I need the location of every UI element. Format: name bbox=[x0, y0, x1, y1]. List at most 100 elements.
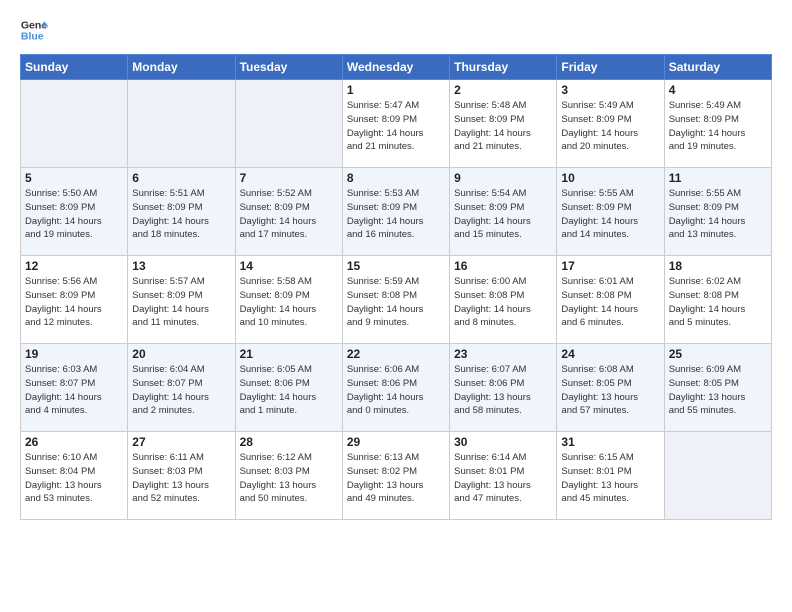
day-cell: 17 Sunrise: 6:01 AM Sunset: 8:08 PM Dayli… bbox=[557, 256, 664, 344]
logo-icon: General Blue bbox=[20, 16, 48, 44]
day-cell: 6 Sunrise: 5:51 AM Sunset: 8:09 PM Daylig… bbox=[128, 168, 235, 256]
day-cell: 24 Sunrise: 6:08 AM Sunset: 8:05 PM Dayli… bbox=[557, 344, 664, 432]
day-number: 13 bbox=[132, 259, 230, 273]
day-cell: 29 Sunrise: 6:13 AM Sunset: 8:02 PM Dayli… bbox=[342, 432, 449, 520]
day-number: 10 bbox=[561, 171, 659, 185]
day-number: 25 bbox=[669, 347, 767, 361]
day-number: 27 bbox=[132, 435, 230, 449]
day-cell: 3Sunrise: 5:49 AM Sunset: 8:09 PM Daylig… bbox=[557, 80, 664, 168]
day-info: Sunrise: 6:08 AM Sunset: 8:05 PM Dayligh… bbox=[561, 363, 659, 418]
day-cell: 2 Sunrise: 5:48 AM Sunset: 8:09 PM Daylig… bbox=[450, 80, 557, 168]
header: General Blue bbox=[20, 16, 772, 44]
day-number: 30 bbox=[454, 435, 552, 449]
day-number: 23 bbox=[454, 347, 552, 361]
day-info: Sunrise: 6:13 AM Sunset: 8:02 PM Dayligh… bbox=[347, 451, 445, 506]
day-number: 6 bbox=[132, 171, 230, 185]
day-cell: 16 Sunrise: 6:00 AM Sunset: 8:08 PM Dayli… bbox=[450, 256, 557, 344]
day-number: 15 bbox=[347, 259, 445, 273]
day-cell: 15Sunrise: 5:59 AM Sunset: 8:08 PM Dayli… bbox=[342, 256, 449, 344]
day-info: Sunrise: 6:01 AM Sunset: 8:08 PM Dayligh… bbox=[561, 275, 659, 330]
day-header-tuesday: Tuesday bbox=[235, 55, 342, 80]
day-header-thursday: Thursday bbox=[450, 55, 557, 80]
day-info: Sunrise: 5:48 AM Sunset: 8:09 PM Dayligh… bbox=[454, 99, 552, 154]
day-info: Sunrise: 5:55 AM Sunset: 8:09 PM Dayligh… bbox=[561, 187, 659, 242]
day-header-sunday: Sunday bbox=[21, 55, 128, 80]
day-info: Sunrise: 6:15 AM Sunset: 8:01 PM Dayligh… bbox=[561, 451, 659, 506]
day-cell: 19Sunrise: 6:03 AM Sunset: 8:07 PM Dayli… bbox=[21, 344, 128, 432]
week-row-3: 12Sunrise: 5:56 AM Sunset: 8:09 PM Dayli… bbox=[21, 256, 772, 344]
day-cell: 4 Sunrise: 5:49 AM Sunset: 8:09 PM Daylig… bbox=[664, 80, 771, 168]
day-info: Sunrise: 5:49 AM Sunset: 8:09 PM Dayligh… bbox=[669, 99, 767, 154]
week-row-5: 26Sunrise: 6:10 AM Sunset: 8:04 PM Dayli… bbox=[21, 432, 772, 520]
week-row-1: 1 Sunrise: 5:47 AM Sunset: 8:09 PM Daylig… bbox=[21, 80, 772, 168]
day-cell: 9Sunrise: 5:54 AM Sunset: 8:09 PM Daylig… bbox=[450, 168, 557, 256]
day-number: 8 bbox=[347, 171, 445, 185]
day-info: Sunrise: 5:54 AM Sunset: 8:09 PM Dayligh… bbox=[454, 187, 552, 242]
day-cell: 11 Sunrise: 5:55 AM Sunset: 8:09 PM Dayli… bbox=[664, 168, 771, 256]
day-number: 29 bbox=[347, 435, 445, 449]
day-number: 4 bbox=[669, 83, 767, 97]
day-number: 14 bbox=[240, 259, 338, 273]
day-number: 22 bbox=[347, 347, 445, 361]
day-info: Sunrise: 5:53 AM Sunset: 8:09 PM Dayligh… bbox=[347, 187, 445, 242]
week-row-2: 5Sunrise: 5:50 AM Sunset: 8:09 PM Daylig… bbox=[21, 168, 772, 256]
day-cell bbox=[128, 80, 235, 168]
day-info: Sunrise: 6:10 AM Sunset: 8:04 PM Dayligh… bbox=[25, 451, 123, 506]
day-number: 7 bbox=[240, 171, 338, 185]
day-number: 1 bbox=[347, 83, 445, 97]
day-number: 21 bbox=[240, 347, 338, 361]
day-cell: 14 Sunrise: 5:58 AM Sunset: 8:09 PM Dayli… bbox=[235, 256, 342, 344]
day-info: Sunrise: 6:09 AM Sunset: 8:05 PM Dayligh… bbox=[669, 363, 767, 418]
day-cell: 7 Sunrise: 5:52 AM Sunset: 8:09 PM Daylig… bbox=[235, 168, 342, 256]
day-header-saturday: Saturday bbox=[664, 55, 771, 80]
day-info: Sunrise: 5:57 AM Sunset: 8:09 PM Dayligh… bbox=[132, 275, 230, 330]
day-number: 24 bbox=[561, 347, 659, 361]
day-info: Sunrise: 5:52 AM Sunset: 8:09 PM Dayligh… bbox=[240, 187, 338, 242]
day-number: 31 bbox=[561, 435, 659, 449]
day-number: 16 bbox=[454, 259, 552, 273]
day-info: Sunrise: 5:49 AM Sunset: 8:09 PM Dayligh… bbox=[561, 99, 659, 154]
day-cell: 5Sunrise: 5:50 AM Sunset: 8:09 PM Daylig… bbox=[21, 168, 128, 256]
day-info: Sunrise: 6:07 AM Sunset: 8:06 PM Dayligh… bbox=[454, 363, 552, 418]
day-cell: 22 Sunrise: 6:06 AM Sunset: 8:06 PM Dayli… bbox=[342, 344, 449, 432]
day-number: 17 bbox=[561, 259, 659, 273]
day-cell bbox=[664, 432, 771, 520]
day-header-wednesday: Wednesday bbox=[342, 55, 449, 80]
day-header-friday: Friday bbox=[557, 55, 664, 80]
day-info: Sunrise: 6:04 AM Sunset: 8:07 PM Dayligh… bbox=[132, 363, 230, 418]
day-number: 28 bbox=[240, 435, 338, 449]
day-cell: 10 Sunrise: 5:55 AM Sunset: 8:09 PM Dayli… bbox=[557, 168, 664, 256]
day-info: Sunrise: 5:55 AM Sunset: 8:09 PM Dayligh… bbox=[669, 187, 767, 242]
day-number: 20 bbox=[132, 347, 230, 361]
day-info: Sunrise: 5:51 AM Sunset: 8:09 PM Dayligh… bbox=[132, 187, 230, 242]
day-cell: 21 Sunrise: 6:05 AM Sunset: 8:06 PM Dayli… bbox=[235, 344, 342, 432]
day-cell: 1 Sunrise: 5:47 AM Sunset: 8:09 PM Daylig… bbox=[342, 80, 449, 168]
day-info: Sunrise: 6:12 AM Sunset: 8:03 PM Dayligh… bbox=[240, 451, 338, 506]
day-cell: 18Sunrise: 6:02 AM Sunset: 8:08 PM Dayli… bbox=[664, 256, 771, 344]
day-info: Sunrise: 6:00 AM Sunset: 8:08 PM Dayligh… bbox=[454, 275, 552, 330]
day-number: 2 bbox=[454, 83, 552, 97]
day-info: Sunrise: 6:06 AM Sunset: 8:06 PM Dayligh… bbox=[347, 363, 445, 418]
day-cell: 23 Sunrise: 6:07 AM Sunset: 8:06 PM Dayli… bbox=[450, 344, 557, 432]
day-cell: 30Sunrise: 6:14 AM Sunset: 8:01 PM Dayli… bbox=[450, 432, 557, 520]
page: General Blue SundayMondayTuesdayWednesda… bbox=[0, 0, 792, 612]
day-info: Sunrise: 5:58 AM Sunset: 8:09 PM Dayligh… bbox=[240, 275, 338, 330]
day-cell: 13 Sunrise: 5:57 AM Sunset: 8:09 PM Dayli… bbox=[128, 256, 235, 344]
day-info: Sunrise: 6:11 AM Sunset: 8:03 PM Dayligh… bbox=[132, 451, 230, 506]
day-info: Sunrise: 5:47 AM Sunset: 8:09 PM Dayligh… bbox=[347, 99, 445, 154]
day-cell: 12Sunrise: 5:56 AM Sunset: 8:09 PM Dayli… bbox=[21, 256, 128, 344]
week-row-4: 19Sunrise: 6:03 AM Sunset: 8:07 PM Dayli… bbox=[21, 344, 772, 432]
day-cell: 25 Sunrise: 6:09 AM Sunset: 8:05 PM Dayli… bbox=[664, 344, 771, 432]
day-cell: 27 Sunrise: 6:11 AM Sunset: 8:03 PM Dayli… bbox=[128, 432, 235, 520]
day-number: 19 bbox=[25, 347, 123, 361]
day-cell: 8 Sunrise: 5:53 AM Sunset: 8:09 PM Daylig… bbox=[342, 168, 449, 256]
header-row: SundayMondayTuesdayWednesdayThursdayFrid… bbox=[21, 55, 772, 80]
calendar: SundayMondayTuesdayWednesdayThursdayFrid… bbox=[20, 54, 772, 520]
day-number: 11 bbox=[669, 171, 767, 185]
day-cell: 28 Sunrise: 6:12 AM Sunset: 8:03 PM Dayli… bbox=[235, 432, 342, 520]
day-info: Sunrise: 6:02 AM Sunset: 8:08 PM Dayligh… bbox=[669, 275, 767, 330]
day-cell: 26Sunrise: 6:10 AM Sunset: 8:04 PM Dayli… bbox=[21, 432, 128, 520]
svg-text:Blue: Blue bbox=[21, 31, 44, 43]
day-number: 12 bbox=[25, 259, 123, 273]
day-info: Sunrise: 6:05 AM Sunset: 8:06 PM Dayligh… bbox=[240, 363, 338, 418]
